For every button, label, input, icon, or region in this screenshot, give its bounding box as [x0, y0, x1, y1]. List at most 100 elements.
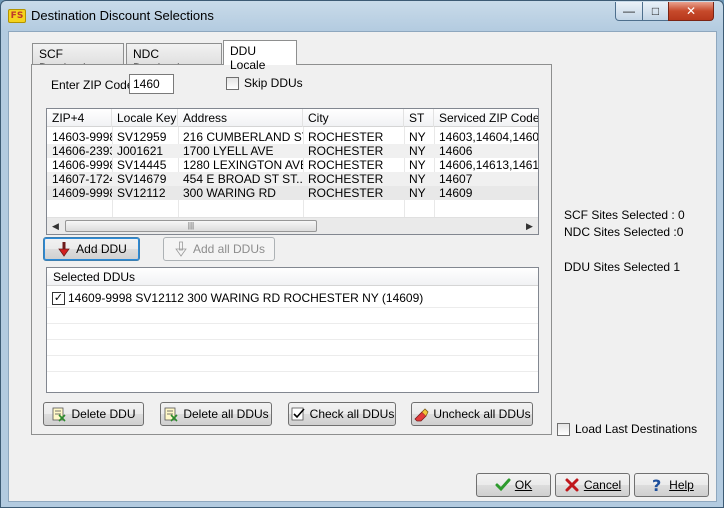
column-header-serviced-zips[interactable]: Serviced ZIP Codes	[434, 109, 538, 127]
help-label: Help	[669, 478, 694, 492]
scroll-right-arrow-icon[interactable]: ▶	[521, 218, 538, 234]
svg-text:?: ?	[652, 477, 661, 493]
delete-ddu-label: Delete DDU	[71, 407, 136, 421]
cell-city: ROCHESTER	[308, 144, 384, 158]
minimize-button[interactable]: —	[615, 2, 643, 21]
cell-state: NY	[409, 158, 426, 172]
cell-address: 216 CUMBERLAND ST	[183, 130, 303, 144]
zip-code-input[interactable]	[129, 74, 174, 94]
table-row[interactable]: 14607-1724 SV14679 454 E BROAD ST ST... …	[47, 172, 538, 186]
cell-address: 300 WARING RD	[183, 186, 276, 200]
check-all-ddus-button[interactable]: Check all DDUs	[288, 402, 396, 426]
horizontal-scrollbar[interactable]: ◀ ||| ▶	[47, 217, 538, 234]
cell-state: NY	[409, 172, 426, 186]
dialog-client-area: SCF Destinations NDC Destinations DDU Lo…	[8, 31, 717, 502]
cell-serviced-zips: 14606,14613,14615	[439, 158, 539, 172]
cell-locale-key: SV14445	[117, 158, 167, 172]
ddu-sites-selected: DDU Sites Selected 1	[564, 260, 681, 274]
ok-label: OK	[514, 478, 533, 492]
skip-ddus-label: Skip DDUs	[244, 76, 303, 90]
row-divider	[47, 307, 538, 308]
cell-city: ROCHESTER	[308, 130, 384, 144]
delete-all-ddus-button[interactable]: Delete all DDUs	[160, 402, 272, 426]
cell-zip4: 14607-1724	[52, 172, 112, 186]
cell-address: 1700 LYELL AVE	[183, 144, 274, 158]
uncheck-all-ddus-button[interactable]: Uncheck all DDUs	[411, 402, 533, 426]
zip-code-label: Enter ZIP Code	[51, 78, 134, 92]
table-row[interactable]: 14606-9998 SV14445 1280 LEXINGTON AVE RO…	[47, 158, 538, 172]
row-divider	[47, 355, 538, 356]
list-item[interactable]: ✓ 14609-9998 SV12112 300 WARING RD ROCHE…	[52, 290, 423, 306]
column-header-zip4[interactable]: ZIP+4	[47, 109, 112, 127]
maximize-button[interactable]: □	[642, 2, 669, 21]
tab-ndc-destinations[interactable]: NDC Destinations	[126, 43, 222, 75]
scf-sites-selected: SCF Sites Selected : 0	[564, 208, 685, 222]
title-bar[interactable]: FS Destination Discount Selections — □ ✕	[1, 1, 723, 31]
selected-ddu-text: 14609-9998 SV12112 300 WARING RD ROCHEST…	[68, 291, 424, 305]
cell-address: 454 E BROAD ST ST...	[183, 172, 303, 186]
cell-serviced-zips: 14609	[439, 186, 473, 200]
cell-state: NY	[409, 144, 426, 158]
tab-ddu-locale[interactable]: DDU Locale	[223, 40, 297, 72]
close-button[interactable]: ✕	[668, 2, 714, 21]
column-header-locale-key[interactable]: Locale Key	[112, 109, 178, 127]
dialog-window: FS Destination Discount Selections — □ ✕…	[0, 0, 724, 508]
x-mark-icon	[565, 478, 579, 492]
row-divider	[47, 339, 538, 340]
add-all-ddus-label: Add all DDUs	[192, 242, 266, 256]
arrow-down-gray-icon	[175, 241, 187, 257]
cell-zip4: 14603-9998	[52, 130, 112, 144]
selected-ddu-checkbox[interactable]: ✓	[52, 291, 65, 305]
add-all-ddus-button[interactable]: Add all DDUs	[163, 237, 275, 261]
uncheck-all-ddus-label: Uncheck all DDUs	[433, 407, 531, 421]
cancel-label: Cancel	[583, 478, 622, 492]
window-title: Destination Discount Selections	[31, 8, 214, 23]
ndc-sites-selected: NDC Sites Selected :0	[564, 225, 684, 239]
column-header-city[interactable]: City	[303, 109, 404, 127]
column-header-address[interactable]: Address	[178, 109, 303, 127]
selected-ddus-list[interactable]: Selected DDUs ✓ 14609-9998 SV12112 300 W…	[46, 267, 539, 393]
ddu-locale-panel: Enter ZIP Code Skip DDUs ZIP+4 Locale Ke…	[31, 64, 552, 435]
arrow-down-red-icon	[58, 242, 70, 257]
table-row[interactable]: 14606-2393 J001621 1700 LYELL AVE ROCHES…	[47, 144, 538, 158]
cell-serviced-zips: 14607	[439, 172, 473, 186]
delete-ddu-button[interactable]: Delete DDU	[43, 402, 144, 426]
column-header-state[interactable]: ST	[404, 109, 434, 127]
cancel-button[interactable]: Cancel	[555, 473, 630, 497]
ddu-results-list[interactable]: ZIP+4 Locale Key Address City ST Service…	[46, 108, 539, 235]
cell-serviced-zips: 14603,14604,14605,	[439, 130, 539, 144]
scroll-left-arrow-icon[interactable]: ◀	[47, 218, 64, 234]
delete-all-list-icon	[164, 407, 178, 422]
table-row[interactable]: 14609-9998 SV12112 300 WARING RD ROCHEST…	[47, 186, 538, 200]
delete-list-icon	[53, 407, 67, 422]
help-button[interactable]: ? Help	[634, 473, 709, 497]
cell-address: 1280 LEXINGTON AVE	[183, 158, 303, 172]
cell-locale-key: J001621	[117, 144, 164, 158]
cell-serviced-zips: 14606	[439, 144, 473, 158]
cell-state: NY	[409, 130, 426, 144]
skip-ddus-checkbox[interactable]	[226, 77, 239, 90]
row-divider	[47, 371, 538, 372]
check-all-ddus-label: Check all DDUs	[309, 407, 395, 421]
row-divider	[47, 323, 538, 324]
delete-all-ddus-label: Delete all DDUs	[183, 407, 269, 421]
load-last-destinations-checkbox[interactable]	[557, 423, 570, 436]
cell-city: ROCHESTER	[308, 172, 384, 186]
cell-locale-key: SV12959	[117, 130, 167, 144]
cell-city: ROCHESTER	[308, 186, 384, 200]
cell-locale-key: SV14679	[117, 172, 167, 186]
cell-zip4: 14609-9998	[52, 186, 112, 200]
load-last-destinations-label: Load Last Destinations	[575, 422, 698, 436]
add-ddu-button[interactable]: Add DDU	[43, 237, 140, 261]
cell-state: NY	[409, 186, 426, 200]
add-ddu-label: Add DDU	[76, 242, 127, 256]
app-icon: FS	[8, 9, 26, 23]
cell-zip4: 14606-9998	[52, 158, 112, 172]
scroll-thumb[interactable]: |||	[65, 220, 317, 232]
selected-ddus-header: Selected DDUs	[47, 268, 538, 286]
list-header: ZIP+4 Locale Key Address City ST Service…	[47, 109, 538, 127]
question-mark-icon: ?	[652, 477, 661, 493]
tab-scf-destinations[interactable]: SCF Destinations	[32, 43, 124, 75]
table-row[interactable]: 14603-9998 SV12959 216 CUMBERLAND ST ROC…	[47, 130, 538, 144]
ok-button[interactable]: OK	[476, 473, 551, 497]
